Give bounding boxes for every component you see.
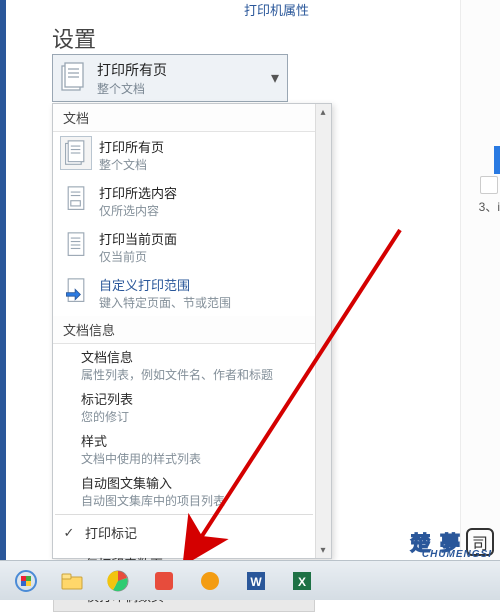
svg-text:W: W — [250, 575, 262, 589]
start-button[interactable] — [4, 565, 48, 597]
menu-item-print-selection[interactable]: 打印所选内容仅所选内容 — [53, 178, 315, 224]
menu-item-sub: 仅所选内容 — [99, 202, 177, 219]
menu-item-label: 自定义打印范围 — [99, 275, 231, 294]
section-doc-info: 文档信息 — [53, 316, 315, 344]
section-document: 文档 — [53, 104, 315, 132]
menu-scrollbar[interactable]: ▴ ▾ — [315, 104, 331, 558]
taskbar-word[interactable]: W — [234, 565, 278, 597]
chevron-down-icon: ▾ — [271, 68, 279, 88]
taskbar-chrome[interactable] — [96, 565, 140, 597]
menu-divider — [55, 514, 313, 515]
menu-item-sub: 您的修订 — [81, 408, 307, 425]
preview-side-strip: 3、i — [460, 0, 500, 560]
scroll-down-icon[interactable]: ▾ — [315, 542, 331, 558]
menu-item-print-all[interactable]: 打印所有页整个文档 — [53, 132, 315, 178]
menu-item-label: 打印标记 — [85, 523, 137, 542]
menu-item-print-current[interactable]: 打印当前页面仅当前页 — [53, 224, 315, 270]
taskbar-explorer[interactable] — [50, 565, 94, 597]
dropdown-title: 打印所有页 — [97, 60, 271, 80]
print-range-menu: ▴ ▾ 文档 打印所有页整个文档 打印所选内容仅所选内容 — [52, 103, 332, 559]
menu-item-sub: 仅当前页 — [99, 248, 177, 265]
menu-item-print-markup[interactable]: ✓ 打印标记 — [53, 517, 315, 548]
menu-item-label: 样式 — [81, 431, 307, 450]
menu-item-label: 打印所选内容 — [99, 183, 177, 202]
check-icon: ✓ — [61, 525, 77, 541]
menu-item-styles[interactable]: 样式 文档中使用的样式列表 — [53, 428, 315, 470]
preview-bubble — [480, 176, 498, 194]
preview-text: 3、i — [479, 198, 500, 215]
menu-item-sub: 属性列表，例如文件名、作者和标题 — [81, 366, 307, 383]
dropdown-subtitle: 整个文档 — [97, 80, 271, 97]
print-range-dropdown[interactable]: 打印所有页 整个文档 ▾ — [52, 54, 288, 102]
menu-item-custom-range[interactable]: 自定义打印范围键入特定页面、节或范围 — [53, 270, 315, 316]
menu-item-sub: 键入特定页面、节或范围 — [99, 294, 231, 311]
menu-item-label: 打印所有页 — [99, 137, 164, 156]
taskbar-excel[interactable]: X — [280, 565, 324, 597]
menu-item-doc-info[interactable]: 文档信息 属性列表，例如文件名、作者和标题 — [53, 344, 315, 386]
taskbar-app-red[interactable] — [142, 565, 186, 597]
document-stack-icon — [61, 137, 91, 169]
menu-item-label: 文档信息 — [81, 347, 307, 366]
menu-item-sub: 文档中使用的样式列表 — [81, 450, 307, 467]
document-selection-icon — [61, 183, 91, 215]
taskbar: W X — [0, 560, 500, 600]
menu-item-sub: 整个文档 — [99, 156, 164, 173]
menu-item-label: 标记列表 — [81, 389, 307, 408]
taskbar-app-orange[interactable] — [188, 565, 232, 597]
menu-item-markup-list[interactable]: 标记列表 您的修订 — [53, 386, 315, 428]
settings-heading: 设置 — [52, 22, 96, 54]
scroll-up-icon[interactable]: ▴ — [315, 104, 331, 120]
backstage-left-bar — [0, 0, 6, 560]
menu-item-label: 打印当前页面 — [99, 229, 177, 248]
document-custom-icon — [61, 275, 91, 307]
menu-item-autotext[interactable]: 自动图文集输入 自动图文集库中的项目列表 — [53, 470, 315, 512]
menu-item-label: 自动图文集输入 — [81, 473, 307, 492]
preview-peek — [494, 146, 500, 174]
document-page-icon — [61, 229, 91, 261]
svg-text:X: X — [298, 575, 306, 589]
document-stack-icon — [59, 61, 91, 95]
menu-item-sub: 自动图文集库中的项目列表 — [81, 492, 307, 509]
printer-properties-link[interactable]: 打印机属性 — [244, 0, 309, 19]
watermark-en: CHUMENGSI — [422, 549, 492, 560]
